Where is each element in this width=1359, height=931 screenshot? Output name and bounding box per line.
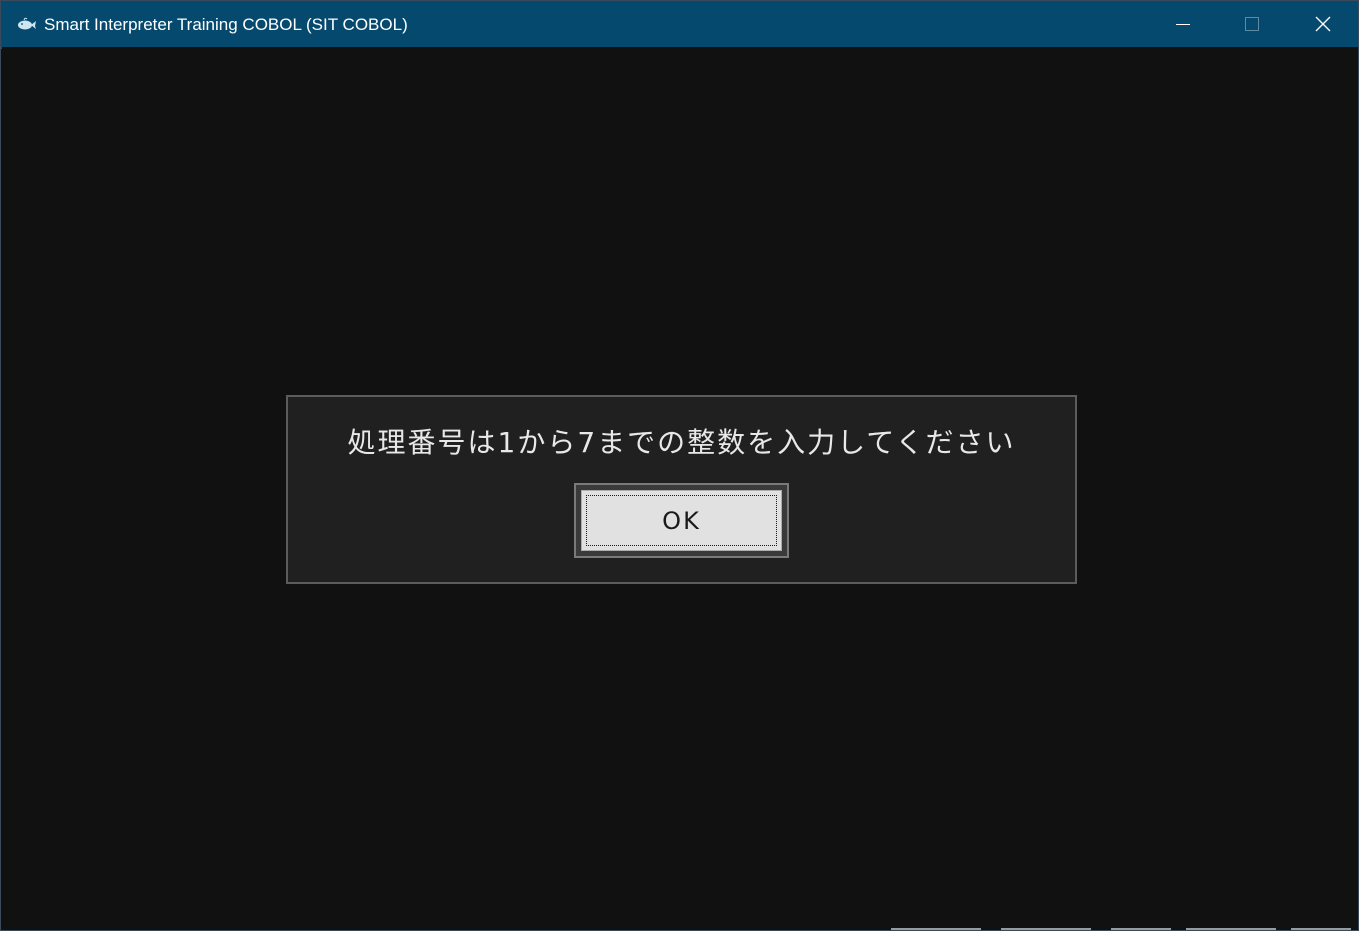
maximize-button[interactable] (1217, 1, 1287, 47)
ok-button-label: OK (662, 507, 701, 535)
taskbar-edge-artifact (1111, 928, 1171, 930)
taskbar-edge-artifact (1001, 928, 1091, 930)
maximize-icon (1245, 17, 1259, 31)
dialog-message: 処理番号は1から7までの整数を入力してください (347, 426, 1016, 459)
app-window: Smart Interpreter Training COBOL (SIT CO… (0, 0, 1359, 931)
taskbar-edge-artifact (1186, 928, 1276, 930)
taskbar-edge-artifact (891, 928, 981, 930)
message-dialog: 処理番号は1から7までの整数を入力してください OK (286, 395, 1077, 584)
title-bar[interactable]: Smart Interpreter Training COBOL (SIT CO… (1, 1, 1358, 47)
window-title: Smart Interpreter Training COBOL (SIT CO… (44, 15, 408, 34)
minimize-button[interactable] (1148, 1, 1218, 47)
close-button[interactable] (1288, 1, 1358, 47)
ok-button-frame: OK (574, 483, 789, 558)
ok-button[interactable]: OK (581, 490, 782, 551)
close-icon (1315, 16, 1331, 32)
minimize-icon (1176, 24, 1190, 25)
taskbar-edge-artifact (1291, 928, 1351, 930)
whale-icon (17, 16, 37, 32)
